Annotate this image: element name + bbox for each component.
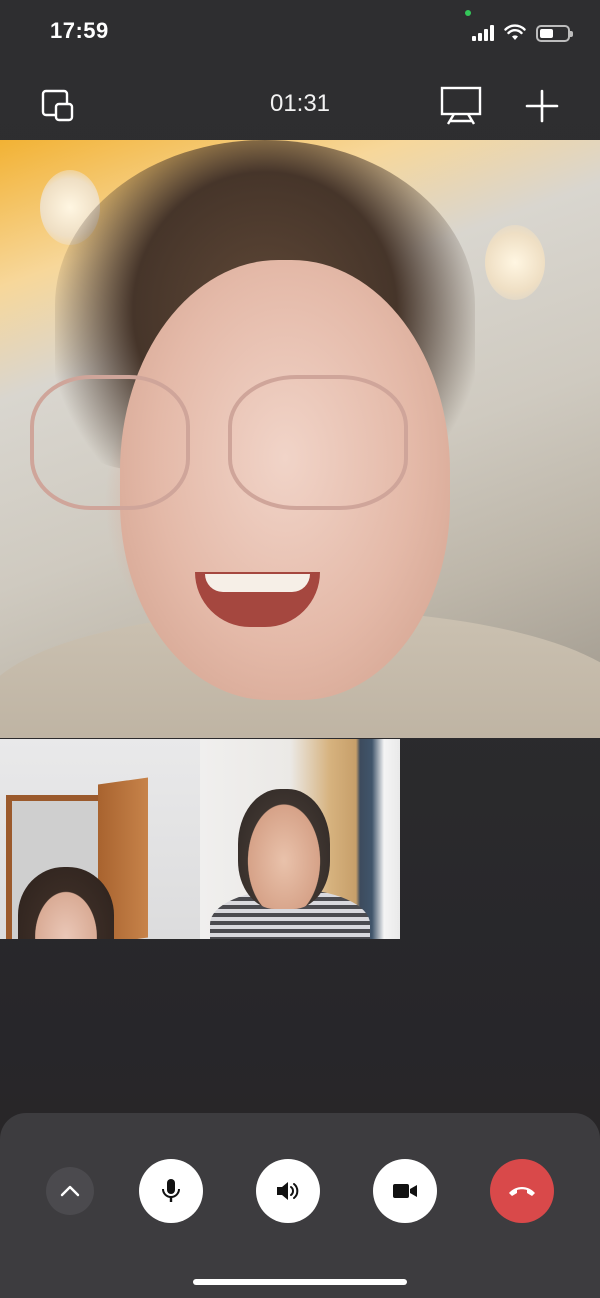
hang-up-phone-icon xyxy=(509,1187,535,1196)
call-control-panel xyxy=(0,1113,600,1298)
end-call-button[interactable] xyxy=(490,1159,554,1223)
speaker-glasses xyxy=(228,375,408,510)
privacy-indicator-dot xyxy=(465,10,471,16)
participant-video-2[interactable] xyxy=(200,739,400,939)
speaker-glasses xyxy=(30,375,190,510)
background-lamp xyxy=(485,225,545,300)
expand-panel-button[interactable] xyxy=(46,1167,94,1215)
camera-button[interactable] xyxy=(373,1159,437,1223)
wifi-icon xyxy=(504,24,526,40)
cellular-signal-icon xyxy=(472,25,494,41)
speaker-icon xyxy=(277,1182,299,1200)
home-indicator[interactable] xyxy=(193,1279,407,1285)
status-icons xyxy=(472,22,573,44)
microphone-button[interactable] xyxy=(139,1159,203,1223)
status-bar: 17:59 xyxy=(0,0,600,66)
video-camera-icon xyxy=(393,1184,417,1198)
video-call-screen: 17:59 01:31 xyxy=(0,0,600,1298)
speaker-teeth xyxy=(205,574,310,592)
microphone-icon xyxy=(162,1179,180,1202)
participant-2-person xyxy=(238,789,330,909)
screen-share-button[interactable] xyxy=(440,86,482,126)
call-toolbar: 01:31 xyxy=(0,66,600,140)
add-participant-button[interactable] xyxy=(522,86,562,126)
speaker-button[interactable] xyxy=(256,1159,320,1223)
call-duration: 01:31 xyxy=(269,90,331,117)
status-time: 17:59 xyxy=(50,18,109,43)
battery-icon xyxy=(536,24,573,42)
chevron-up-icon xyxy=(60,1185,80,1197)
active-speaker-video[interactable] xyxy=(0,140,600,738)
add-participant-icon xyxy=(525,89,559,123)
participant-video-1[interactable] xyxy=(0,739,200,939)
screen-share-icon xyxy=(440,86,482,125)
